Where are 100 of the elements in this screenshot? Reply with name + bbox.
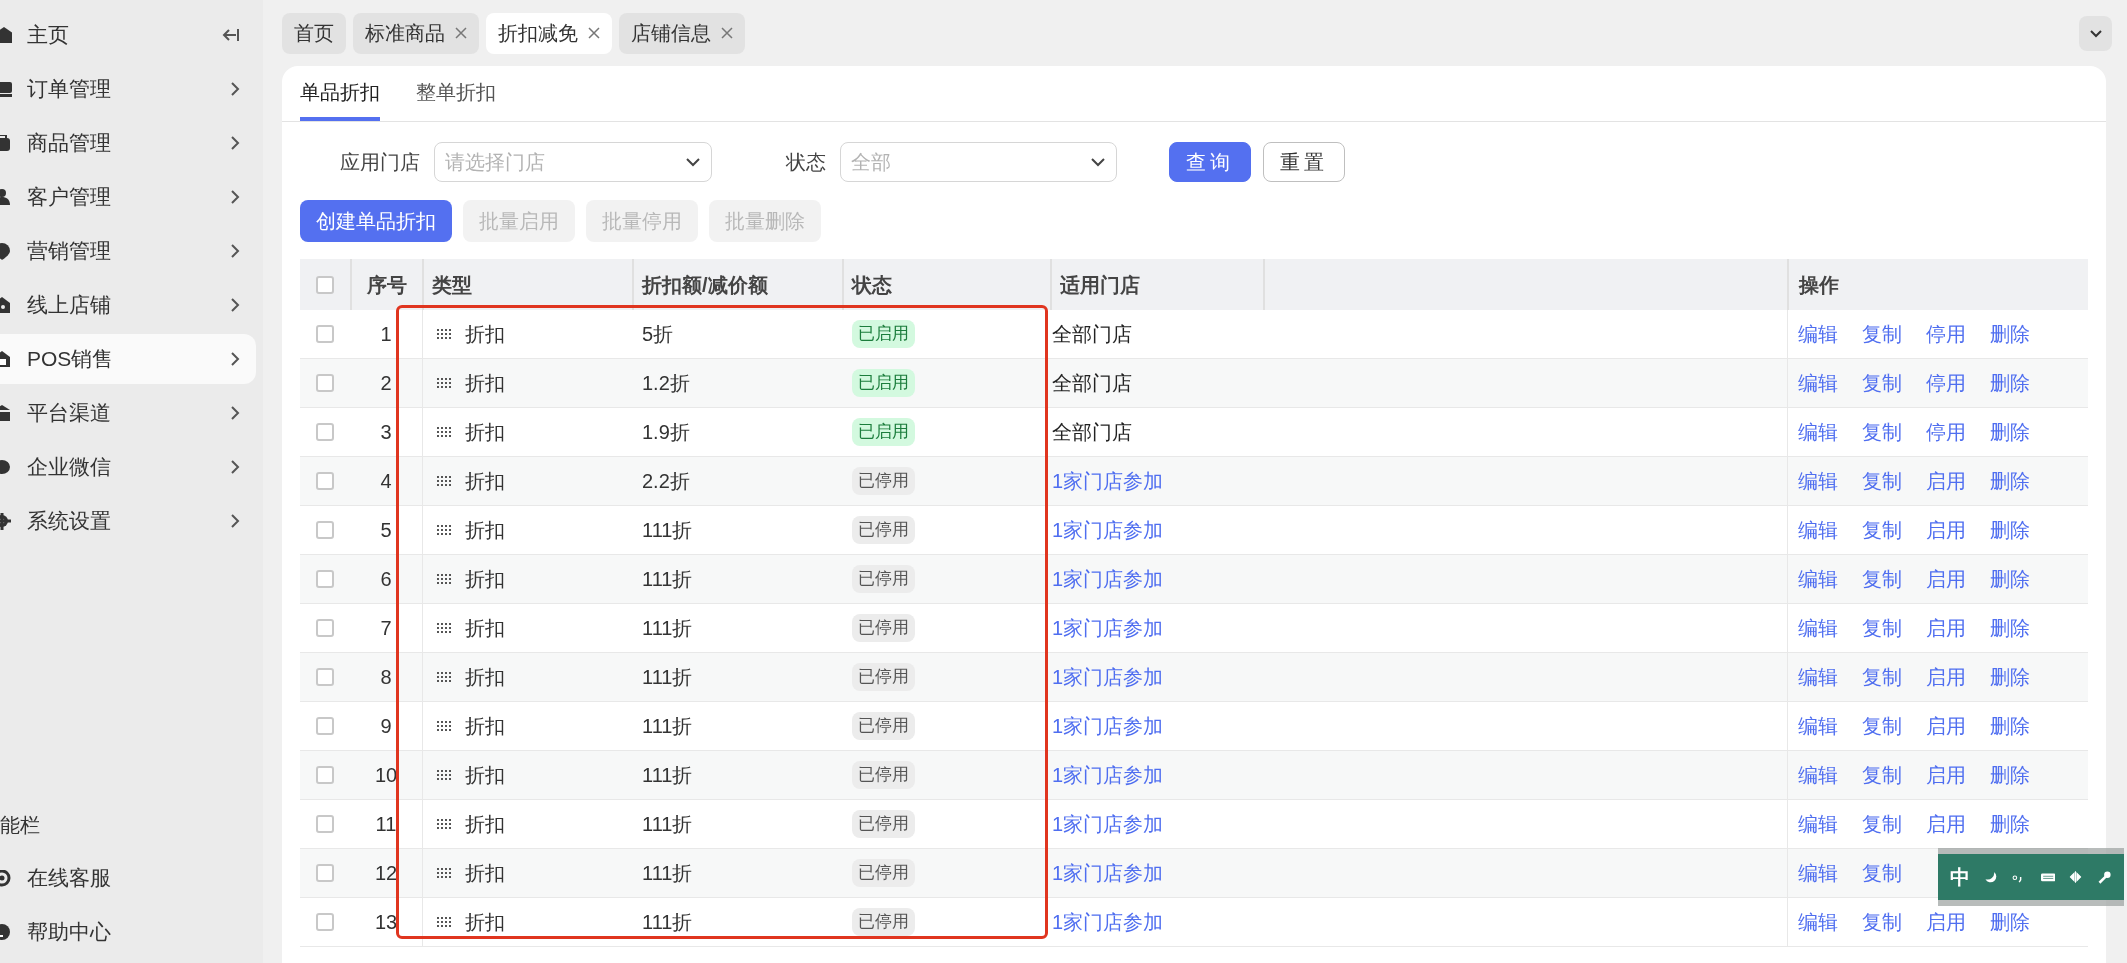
sidebar-item[interactable]: 线上店铺: [0, 280, 256, 330]
split-icon[interactable]: [2069, 868, 2084, 886]
action-button[interactable]: 创建单品折扣: [300, 200, 452, 242]
store-link[interactable]: 1家门店参加: [1052, 568, 1164, 590]
action-link[interactable]: 删除: [1990, 515, 2030, 545]
action-link[interactable]: 编辑: [1798, 907, 1838, 937]
action-link[interactable]: 编辑: [1798, 564, 1838, 594]
checkbox[interactable]: [316, 374, 334, 392]
action-link[interactable]: 删除: [1990, 564, 2030, 594]
action-link[interactable]: 启用: [1926, 515, 1966, 545]
action-link[interactable]: 编辑: [1798, 711, 1838, 741]
sidebar-item[interactable]: POS销售: [0, 334, 256, 384]
checkbox[interactable]: [316, 570, 334, 588]
sidebar-item[interactable]: 订单管理: [0, 64, 256, 114]
action-link[interactable]: 编辑: [1798, 466, 1838, 496]
action-link[interactable]: 编辑: [1798, 858, 1838, 888]
store-link[interactable]: 1家门店参加: [1052, 666, 1164, 688]
action-link[interactable]: 启用: [1926, 760, 1966, 790]
sidebar-item[interactable]: 平台渠道: [0, 388, 256, 438]
close-icon[interactable]: [455, 27, 467, 39]
drag-handle-icon[interactable]: [437, 819, 451, 829]
sub-tab[interactable]: 单品折扣: [300, 66, 380, 121]
sidebar-item[interactable]: 商品管理: [0, 118, 256, 168]
action-link[interactable]: 停用: [1926, 368, 1966, 398]
action-link[interactable]: 删除: [1990, 907, 2030, 937]
sidebar-item[interactable]: 企业微信: [0, 442, 256, 492]
sidebar-item[interactable]: 营销管理: [0, 226, 256, 276]
sidebar-item[interactable]: 客户管理: [0, 172, 256, 222]
store-link[interactable]: 1家门店参加: [1052, 862, 1164, 884]
sidebar-item[interactable]: 系统设置: [0, 496, 256, 546]
checkbox[interactable]: [316, 913, 334, 931]
action-link[interactable]: 复制: [1862, 662, 1902, 692]
reset-button[interactable]: 重置: [1263, 142, 1345, 182]
checkbox[interactable]: [316, 815, 334, 833]
action-link[interactable]: 删除: [1990, 613, 2030, 643]
action-link[interactable]: 编辑: [1798, 319, 1838, 349]
action-link[interactable]: 停用: [1926, 319, 1966, 349]
action-link[interactable]: 编辑: [1798, 662, 1838, 692]
action-link[interactable]: 复制: [1862, 417, 1902, 447]
page-tab[interactable]: 折扣减免: [486, 12, 612, 54]
drag-handle-icon[interactable]: [437, 476, 451, 486]
action-link[interactable]: 启用: [1926, 662, 1966, 692]
store-link[interactable]: 1家门店参加: [1052, 470, 1164, 492]
action-link[interactable]: 编辑: [1798, 809, 1838, 839]
drag-handle-icon[interactable]: [437, 574, 451, 584]
search-button[interactable]: 查询: [1169, 142, 1251, 182]
tab-list-dropdown[interactable]: [2079, 15, 2112, 51]
checkbox[interactable]: [316, 472, 334, 490]
action-link[interactable]: 复制: [1862, 564, 1902, 594]
action-link[interactable]: 停用: [1926, 417, 1966, 447]
checkbox[interactable]: [316, 668, 334, 686]
action-link[interactable]: 复制: [1862, 809, 1902, 839]
checkbox[interactable]: [316, 766, 334, 784]
drag-handle-icon[interactable]: [437, 917, 451, 927]
action-link[interactable]: 复制: [1862, 907, 1902, 937]
checkbox[interactable]: [316, 717, 334, 735]
checkbox[interactable]: [316, 423, 334, 441]
action-link[interactable]: 启用: [1926, 907, 1966, 937]
action-link[interactable]: 启用: [1926, 809, 1966, 839]
close-icon[interactable]: [721, 27, 733, 39]
store-link[interactable]: 1家门店参加: [1052, 911, 1164, 933]
action-link[interactable]: 编辑: [1798, 515, 1838, 545]
action-link[interactable]: 删除: [1990, 466, 2030, 496]
drag-handle-icon[interactable]: [437, 427, 451, 437]
action-link[interactable]: 编辑: [1798, 760, 1838, 790]
action-link[interactable]: 删除: [1990, 319, 2030, 349]
action-link[interactable]: 编辑: [1798, 417, 1838, 447]
store-link[interactable]: 1家门店参加: [1052, 519, 1164, 541]
close-icon[interactable]: [588, 27, 600, 39]
sidebar-item[interactable]: 帮助中心: [0, 907, 263, 957]
action-link[interactable]: 复制: [1862, 319, 1902, 349]
action-link[interactable]: 删除: [1990, 760, 2030, 790]
action-link[interactable]: 删除: [1990, 417, 2030, 447]
store-link[interactable]: 1家门店参加: [1052, 813, 1164, 835]
action-link[interactable]: 启用: [1926, 613, 1966, 643]
store-link[interactable]: 1家门店参加: [1052, 715, 1164, 737]
action-link[interactable]: 删除: [1990, 368, 2030, 398]
action-link[interactable]: 删除: [1990, 711, 2030, 741]
sidebar-item[interactable]: 主页: [0, 10, 256, 60]
action-link[interactable]: 复制: [1862, 760, 1902, 790]
ime-mode-toggle[interactable]: 中: [1950, 862, 1970, 892]
drag-handle-icon[interactable]: [437, 525, 451, 535]
checkbox[interactable]: [316, 864, 334, 882]
action-link[interactable]: 编辑: [1798, 368, 1838, 398]
action-link[interactable]: 复制: [1862, 466, 1902, 496]
checkbox[interactable]: [316, 619, 334, 637]
drag-handle-icon[interactable]: [437, 672, 451, 682]
action-link[interactable]: 启用: [1926, 564, 1966, 594]
drag-handle-icon[interactable]: [437, 721, 451, 731]
action-link[interactable]: 复制: [1862, 515, 1902, 545]
action-link[interactable]: 复制: [1862, 858, 1902, 888]
sidebar-item[interactable]: 在线客服: [0, 853, 263, 903]
action-link[interactable]: 删除: [1990, 662, 2030, 692]
action-link[interactable]: 复制: [1862, 368, 1902, 398]
drag-handle-icon[interactable]: [437, 770, 451, 780]
drag-handle-icon[interactable]: [437, 868, 451, 878]
store-link[interactable]: 1家门店参加: [1052, 617, 1164, 639]
action-link[interactable]: 启用: [1926, 711, 1966, 741]
action-link[interactable]: 复制: [1862, 613, 1902, 643]
drag-handle-icon[interactable]: [437, 329, 451, 339]
